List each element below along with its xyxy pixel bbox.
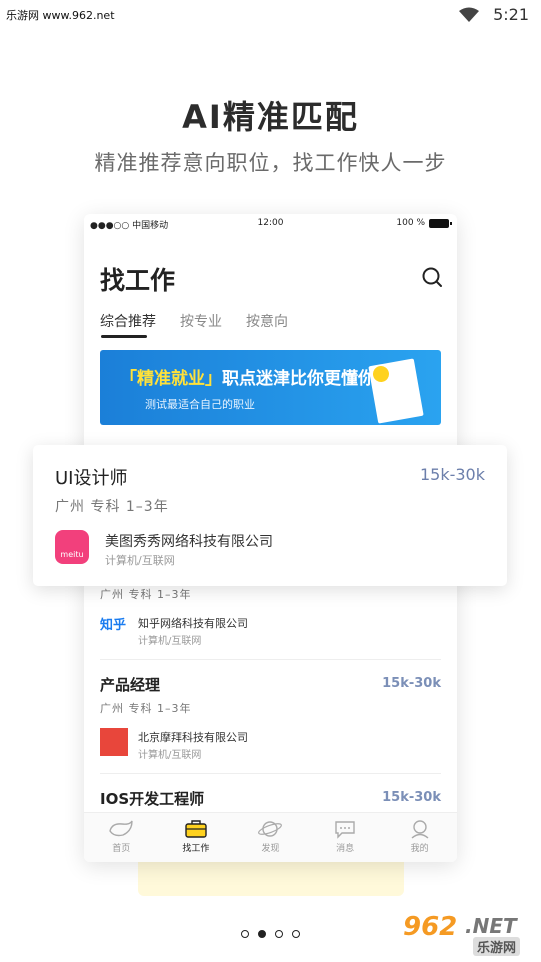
chat-bubble-icon bbox=[335, 821, 355, 839]
tab-by-intent[interactable]: 按意向 bbox=[246, 311, 288, 331]
job-title: UI设计师 bbox=[55, 468, 128, 489]
job-salary: 15k-30k bbox=[382, 790, 441, 805]
tab-find-job[interactable]: 找工作 bbox=[159, 813, 234, 862]
job-meta: 广州 专科 1–3年 bbox=[55, 499, 169, 515]
planet-icon bbox=[258, 821, 283, 837]
bottom-tab-bar: 首页 找工作 发现 消息 我的 bbox=[84, 812, 457, 862]
company-name: 美图秀秀网络科技有限公司 bbox=[105, 534, 273, 550]
job-title: IOS开发工程师 bbox=[100, 790, 205, 808]
banner-title: 「精准就业」职点迷津比你更懂你 bbox=[120, 364, 375, 389]
tab-messages[interactable]: 消息 bbox=[308, 813, 383, 862]
search-icon[interactable] bbox=[421, 266, 443, 288]
tab-profile[interactable]: 我的 bbox=[382, 813, 457, 862]
banner-subtitle: 测试最适合自己的职业 bbox=[145, 398, 255, 411]
banner-title-highlight: 「精准就业」 bbox=[120, 369, 222, 389]
user-icon bbox=[411, 820, 429, 839]
tab-messages-label: 消息 bbox=[336, 844, 355, 854]
promo-banner[interactable]: 「精准就业」职点迷津比你更懂你 测试最适合自己的职业 bbox=[100, 350, 441, 425]
job-salary: 15k-30k bbox=[419, 465, 485, 484]
active-tab-indicator bbox=[101, 335, 147, 338]
tab-home[interactable]: 首页 bbox=[84, 813, 159, 862]
wifi-icon bbox=[459, 7, 480, 22]
page-dot-active[interactable] bbox=[258, 930, 266, 938]
tab-recommended[interactable]: 综合推荐 bbox=[100, 311, 156, 331]
company-category: 计算机/互联网 bbox=[138, 750, 202, 761]
meitu-logo-icon: meitu bbox=[55, 530, 89, 564]
company-category: 计算机/互联网 bbox=[138, 636, 202, 647]
briefcase-icon bbox=[185, 820, 207, 838]
decorative-shadow bbox=[138, 862, 404, 896]
phone-status-bar: ●●●○○ 中国移动 12:00 100 % bbox=[84, 214, 457, 232]
mobike-logo-icon bbox=[100, 728, 128, 756]
hero-subtitle: 精准推荐意向职位，找工作快人一步 bbox=[94, 151, 447, 175]
company-name: 知乎网络科技有限公司 bbox=[138, 617, 248, 630]
company-name: 北京摩拜科技有限公司 bbox=[138, 731, 248, 744]
watermark-text: 乐游网 www.962.net bbox=[6, 9, 115, 22]
company-category: 计算机/互联网 bbox=[105, 554, 175, 567]
page-dot[interactable] bbox=[241, 930, 249, 938]
watermark-cn: 乐游网 bbox=[473, 937, 521, 956]
clock: 5:21 bbox=[493, 5, 529, 24]
job-meta: 广州 专科 1–3年 bbox=[100, 588, 192, 601]
tab-home-label: 首页 bbox=[112, 844, 131, 854]
watermark-number: 962 bbox=[403, 912, 458, 942]
job-title: 产品经理 bbox=[100, 676, 161, 694]
tab-bar: 综合推荐 按专业 按意向 bbox=[100, 311, 288, 331]
tab-discover-label: 发现 bbox=[261, 844, 280, 854]
job-list-item[interactable]: 广州 专科 1–3年 知乎 知乎网络科技有限公司 计算机/互联网 bbox=[100, 586, 441, 660]
hero-title: AI精准匹配 bbox=[182, 98, 359, 136]
job-meta: 广州 专科 1–3年 bbox=[100, 702, 192, 715]
page-title: 找工作 bbox=[100, 266, 176, 295]
watermark-net: .NET bbox=[465, 914, 517, 938]
status-bar: 乐游网 www.962.net 5:21 bbox=[0, 0, 541, 30]
battery-icon bbox=[429, 218, 452, 228]
whale-icon bbox=[109, 820, 133, 837]
job-salary: 15k-30k bbox=[382, 676, 441, 691]
phone-battery-text: 100 % bbox=[396, 218, 425, 228]
banner-title-rest: 职点迷津比你更懂你 bbox=[222, 369, 375, 389]
tab-discover[interactable]: 发现 bbox=[233, 813, 308, 862]
tab-find-job-label: 找工作 bbox=[182, 844, 210, 854]
zhihu-logo-icon: 知乎 bbox=[100, 618, 127, 633]
page-dot[interactable] bbox=[275, 930, 283, 938]
job-list-item[interactable]: 产品经理 15k-30k 广州 专科 1–3年 北京摩拜科技有限公司 计算机/互… bbox=[100, 674, 441, 774]
site-watermark: 962 .NET 乐游网 bbox=[403, 912, 533, 956]
tab-by-major[interactable]: 按专业 bbox=[180, 311, 222, 331]
tab-profile-label: 我的 bbox=[410, 844, 429, 854]
featured-job-card[interactable]: UI设计师 15k-30k 广州 专科 1–3年 meitu 美图秀秀网络科技有… bbox=[33, 445, 507, 586]
page-dot[interactable] bbox=[292, 930, 300, 938]
